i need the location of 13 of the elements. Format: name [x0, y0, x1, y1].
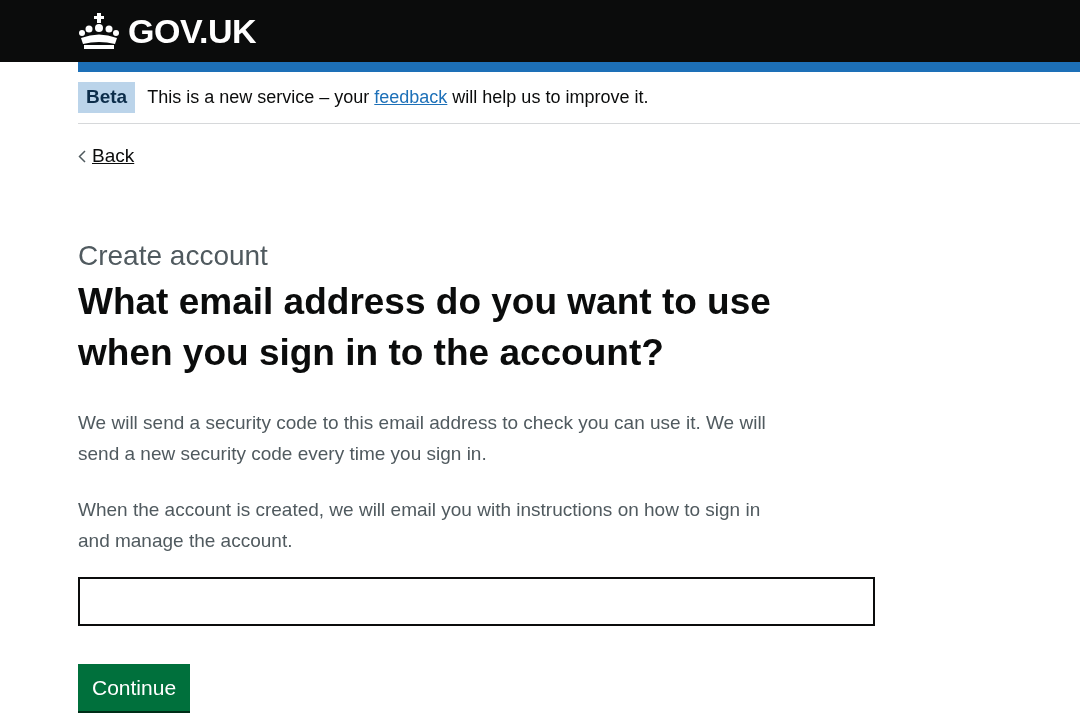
caption: Create account: [78, 240, 269, 272]
body-paragraph: When the account is created, we will email you with instructions on how to sign in and manage the account.: [78, 498, 762, 553]
continue-button[interactable]: Continue: [78, 664, 191, 711]
page-heading: What email address do you want to use when you sign in to the account?: [78, 280, 772, 375]
feedback-link[interactable]: feedback: [374, 87, 448, 107]
logo-text[interactable]: GOV.UK: [128, 11, 256, 51]
body-paragraph: We will send a security code to this email address to check you can use it. We will send a new security code every time you sign in.: [78, 411, 767, 466]
chevron-left-icon: [78, 149, 86, 163]
crown-icon: [78, 12, 120, 50]
back-link[interactable]: Back: [92, 145, 135, 167]
email-input-field[interactable]: [78, 577, 875, 626]
beta-tag: Beta: [78, 82, 136, 113]
banner-text: This is a new service – your feedback will help us to improve it.: [147, 87, 649, 108]
